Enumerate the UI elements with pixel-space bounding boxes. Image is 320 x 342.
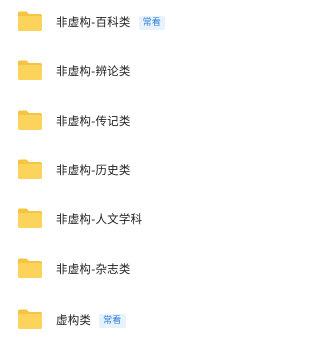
folder-icon xyxy=(17,207,43,229)
folder-item[interactable]: 虚构类 常看 xyxy=(0,300,282,340)
folder-item[interactable]: 非虚构-历史类 xyxy=(0,150,282,190)
folder-name: 非虚构-杂志类 xyxy=(56,262,131,276)
folder-list: 非虚构-百科类 常看 非虚构-辨论类 非虚构-传记类 非虚构-历史类 非虚构-人… xyxy=(0,0,282,342)
folder-name: 非虚构-辨论类 xyxy=(56,64,131,78)
folder-name: 非虚构-百科类 常看 xyxy=(56,14,165,30)
folder-item[interactable]: 非虚构-人文学科 xyxy=(0,199,282,239)
folder-name: 非虚构-人文学科 xyxy=(56,212,143,226)
folder-item[interactable]: 非虚构-传记类 xyxy=(0,101,282,141)
folder-name: 虚构类 常看 xyxy=(56,312,126,328)
folder-icon xyxy=(17,158,43,180)
folder-item[interactable]: 非虚构-杂志类 xyxy=(0,249,282,289)
folder-icon xyxy=(17,10,43,32)
folder-name: 非虚构-历史类 xyxy=(56,163,131,177)
folder-icon xyxy=(17,308,43,330)
folder-item[interactable]: 非虚构-辨论类 xyxy=(0,51,282,91)
frequent-badge: 常看 xyxy=(99,314,126,328)
folder-item[interactable]: 非虚构-百科类 常看 xyxy=(0,2,282,42)
frequent-badge: 常看 xyxy=(138,16,165,30)
folder-name-text: 非虚构-百科类 xyxy=(56,15,131,29)
folder-icon xyxy=(17,109,43,131)
folder-name-text: 虚构类 xyxy=(56,313,92,327)
folder-icon xyxy=(17,257,43,279)
folder-name: 非虚构-传记类 xyxy=(56,114,131,128)
folder-icon xyxy=(17,59,43,81)
